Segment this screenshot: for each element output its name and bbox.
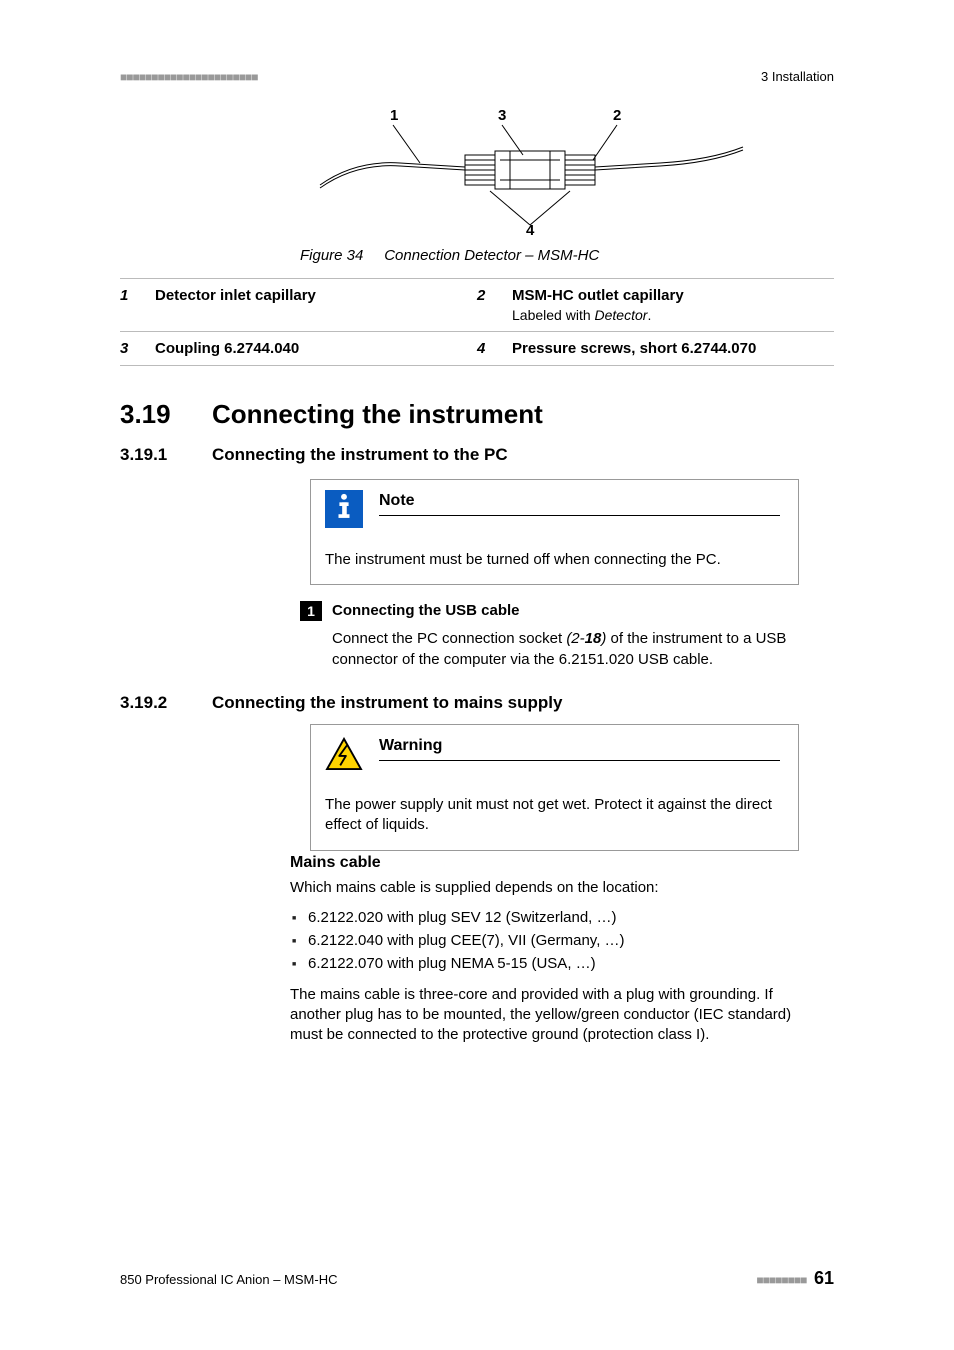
note-title: Note <box>379 490 780 516</box>
step-number: 1 <box>300 601 322 621</box>
callout-4: 4 <box>526 222 535 235</box>
callout-1: 1 <box>390 107 398 124</box>
info-icon <box>325 490 363 528</box>
list-item: 6.2122.040 with plug CEE(7), VII (German… <box>290 931 799 951</box>
page-footer: 850 Professional IC Anion – MSM-HC ■■■■■… <box>120 1266 834 1290</box>
figure-caption-text: Connection Detector – MSM-HC <box>384 247 599 264</box>
legend-num: 2 <box>477 286 512 325</box>
warning-icon <box>325 735 363 773</box>
subsection-number: 3.19.1 <box>120 444 212 467</box>
warning-box: Warning The power supply unit must not g… <box>310 724 799 851</box>
warning-body: The power supply unit must not get wet. … <box>325 795 780 836</box>
subsection-title: Connecting the instrument to mains suppl… <box>212 693 562 712</box>
page-number: 61 <box>814 1268 834 1288</box>
legend-subtext: Labeled with Detector. <box>512 306 684 325</box>
legend-text: MSM-HC outlet capillary <box>512 287 684 304</box>
mains-list: 6.2122.020 with plug SEV 12 (Switzerland… <box>290 908 799 975</box>
legend-text: Coupling 6.2744.040 <box>155 339 299 359</box>
mains-intro: Which mains cable is supplied depends on… <box>290 878 799 898</box>
figure-legend: 1 Detector inlet capillary 2 MSM-HC outl… <box>120 278 834 366</box>
legend-text: Pressure screws, short 6.2744.070 <box>512 339 756 359</box>
figure-number: Figure 34 <box>300 247 363 264</box>
mains-paragraph: The mains cable is three-core and provid… <box>290 985 799 1046</box>
legend-num: 3 <box>120 339 155 359</box>
step-body: Connect the PC connection socket (2-18) … <box>332 629 799 670</box>
callout-3: 3 <box>498 107 506 124</box>
step-title: Connecting the USB cable <box>332 601 520 621</box>
subsection-heading-3-19-1: 3.19.1Connecting the instrument to the P… <box>120 444 834 467</box>
callout-2: 2 <box>613 107 621 124</box>
warning-title: Warning <box>379 735 780 761</box>
subsection-heading-3-19-2: 3.19.2Connecting the instrument to mains… <box>120 692 834 715</box>
footer-ticks: ■■■■■■■■ <box>756 1273 806 1287</box>
legend-num: 4 <box>477 339 512 359</box>
mains-heading: Mains cable <box>290 852 799 874</box>
footer-doc-title: 850 Professional IC Anion – MSM-HC <box>120 1271 337 1289</box>
header-ticks: ■■■■■■■■■■■■■■■■■■■■■■ <box>120 69 257 85</box>
mains-cable-section: Mains cable Which mains cable is supplie… <box>290 852 799 1055</box>
section-heading-3-19: 3.19Connecting the instrument <box>120 397 834 432</box>
step-block: 1 Connecting the USB cable Connect the P… <box>300 601 799 670</box>
list-item: 6.2122.070 with plug NEMA 5-15 (USA, …) <box>290 954 799 974</box>
legend-num: 1 <box>120 286 155 325</box>
page-header: ■■■■■■■■■■■■■■■■■■■■■■ 3 Installation <box>120 68 834 86</box>
section-number: 3.19 <box>120 397 212 432</box>
legend-text: Detector inlet capillary <box>155 286 316 325</box>
legend-row: 1 Detector inlet capillary 2 MSM-HC outl… <box>120 278 834 331</box>
note-box: Note The instrument must be turned off w… <box>310 479 799 585</box>
header-section-label: 3 Installation <box>761 68 834 86</box>
subsection-title: Connecting the instrument to the PC <box>212 445 508 464</box>
list-item: 6.2122.020 with plug SEV 12 (Switzerland… <box>290 908 799 928</box>
figure-caption: Figure 34 Connection Detector – MSM-HC <box>300 246 800 266</box>
figure-connection-detector: 1 3 2 4 <box>315 105 745 235</box>
note-body: The instrument must be turned off when c… <box>325 550 780 570</box>
legend-row: 3 Coupling 6.2744.040 4 Pressure screws,… <box>120 331 834 366</box>
section-title: Connecting the instrument <box>212 399 543 429</box>
subsection-number: 3.19.2 <box>120 692 212 715</box>
